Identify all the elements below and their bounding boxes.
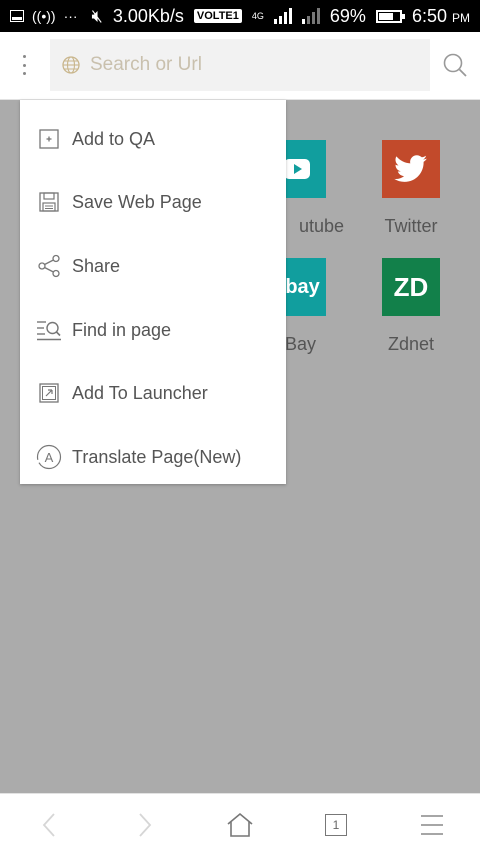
zdnet-logo: ZD bbox=[393, 271, 429, 302]
menu-item-label: Add to QA bbox=[72, 128, 156, 149]
globe-icon bbox=[62, 56, 80, 74]
signal-sim1-icon bbox=[273, 8, 292, 24]
svg-text:A: A bbox=[45, 450, 54, 465]
add-box-icon bbox=[36, 126, 62, 152]
mute-icon: 🔇︎ bbox=[91, 5, 103, 26]
shortcut-tile bbox=[382, 140, 440, 198]
menu-item-label: Add To Launcher bbox=[72, 382, 208, 403]
back-button[interactable] bbox=[32, 808, 66, 842]
shortcut-twitter[interactable]: Twitter bbox=[356, 140, 466, 237]
clock-time: 6:50 bbox=[411, 5, 447, 26]
chevron-right-icon bbox=[139, 813, 152, 837]
menu-item-label: Find in page bbox=[72, 319, 172, 340]
battery-percent: 69% bbox=[329, 5, 366, 26]
menu-item-add-to-launcher[interactable]: Add To Launcher bbox=[20, 373, 286, 413]
menu-item-label: Share bbox=[72, 255, 121, 276]
shortcut-zdnet[interactable]: ZD Zdnet bbox=[356, 258, 466, 355]
volte-badge: VOLTE1 bbox=[193, 9, 242, 23]
chevron-left-icon bbox=[42, 813, 55, 837]
tab-count-badge: 1 bbox=[325, 814, 347, 836]
youtube-play-icon bbox=[284, 159, 310, 179]
menu-item-share[interactable]: Share bbox=[20, 246, 286, 286]
shortcut-tile: ZD bbox=[382, 258, 440, 316]
forward-button[interactable] bbox=[128, 808, 162, 842]
home-icon bbox=[227, 812, 253, 837]
search-input[interactable] bbox=[90, 54, 390, 76]
hotspot-icon: ((•)) bbox=[32, 8, 56, 24]
status-right: 🔇︎ 3.00Kb/s VOLTE1 4G 69% 6:50 PM bbox=[92, 6, 471, 27]
menu-item-find-in-page[interactable]: Find in page bbox=[20, 310, 286, 350]
translate-icon: A bbox=[36, 444, 62, 470]
main-menu-button[interactable] bbox=[415, 808, 449, 842]
overflow-menu-icon[interactable] bbox=[14, 52, 34, 78]
share-icon bbox=[36, 253, 62, 279]
address-bar[interactable] bbox=[50, 39, 430, 91]
bottom-toolbar: 1 bbox=[0, 793, 480, 854]
overflow-menu: Add to QA Save Web Page Share Find in pa… bbox=[20, 100, 286, 484]
search-icon[interactable] bbox=[442, 52, 468, 78]
home-button[interactable] bbox=[223, 808, 257, 842]
menu-item-save-web-page[interactable]: Save Web Page bbox=[20, 182, 286, 222]
shortcut-label: Zdnet bbox=[387, 334, 435, 354]
menu-item-label: Translate Page(New) bbox=[72, 446, 242, 467]
clock-ampm: PM bbox=[452, 10, 470, 25]
save-icon bbox=[36, 189, 62, 215]
more-notifications-icon: ··· bbox=[63, 8, 78, 24]
twitter-bird-icon bbox=[394, 155, 427, 182]
status-bar: ((•)) ··· 🔇︎ 3.00Kb/s VOLTE1 4G 69% 6:50… bbox=[0, 0, 480, 32]
screenshot-notification-icon bbox=[10, 10, 24, 22]
status-left: ((•)) ··· bbox=[10, 8, 78, 24]
network-speed: 3.00Kb/s bbox=[112, 5, 184, 26]
tabs-button[interactable]: 1 bbox=[319, 808, 353, 842]
find-in-page-icon bbox=[36, 317, 62, 343]
signal-sim2-icon bbox=[301, 8, 320, 24]
browser-top-bar bbox=[0, 32, 480, 100]
clock: 6:50 PM bbox=[412, 6, 470, 27]
hamburger-menu-icon bbox=[421, 815, 443, 835]
shortcut-label: Twitter bbox=[384, 216, 438, 236]
battery-icon bbox=[375, 9, 405, 23]
menu-item-add-to-qa[interactable]: Add to QA bbox=[20, 119, 286, 159]
menu-item-translate-page[interactable]: A Translate Page(New) bbox=[20, 437, 286, 477]
network-type: 4G bbox=[251, 11, 264, 21]
add-to-launcher-icon bbox=[36, 380, 62, 406]
menu-item-label: Save Web Page bbox=[72, 191, 202, 212]
